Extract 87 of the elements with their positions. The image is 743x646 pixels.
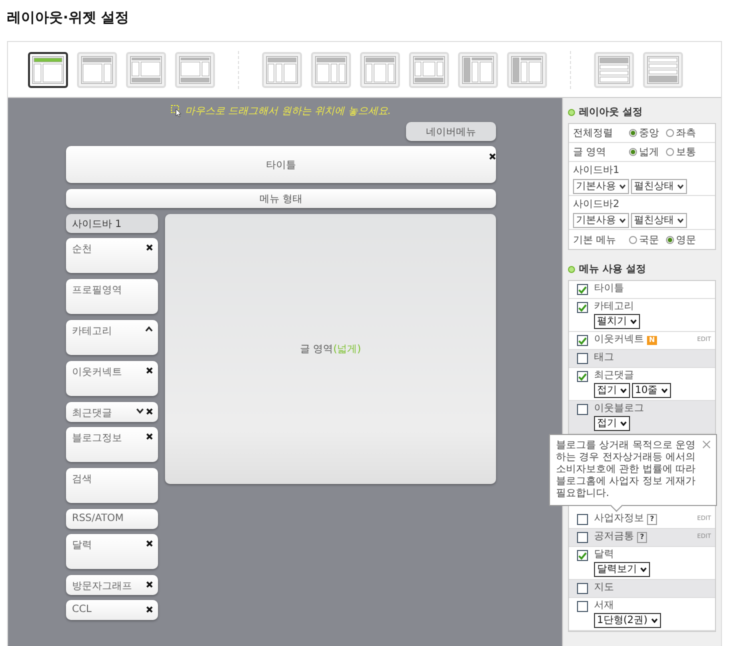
menu-item-label: 태그 [594, 352, 614, 364]
radio-option[interactable]: 국문 [629, 232, 659, 246]
menu-item-label: 지도 [594, 582, 614, 594]
setting-label: 글 영역 [573, 146, 608, 159]
menu-item-label: 타이틀 [594, 283, 624, 295]
dropdown[interactable]: 1단형(2권) [594, 613, 661, 628]
cursor-icon [171, 105, 182, 117]
setting-label: 사이드바1 [573, 164, 620, 177]
content-area[interactable]: 글 영역(넓게) [165, 214, 496, 484]
nav-menu-block[interactable]: 네이버메뉴 [406, 122, 496, 141]
close-icon[interactable] [146, 606, 153, 613]
chevron-down-icon [660, 388, 668, 393]
chevron-down-icon [640, 567, 647, 572]
chevron-down-icon [677, 184, 684, 189]
chevron-down-icon [620, 421, 627, 426]
menu-item-label: 카테고리 [594, 301, 634, 313]
close-icon[interactable] [146, 367, 153, 374]
widget-block[interactable]: 블로그정보 [66, 427, 158, 462]
menu-item-label: 이웃블로그 [594, 403, 644, 415]
widget-block[interactable]: RSS/ATOM [66, 509, 158, 529]
radio-option[interactable]: 좌측 [666, 126, 696, 140]
dropdown[interactable]: 달력보기 [594, 562, 650, 577]
dropdown[interactable]: 기본사용 [573, 179, 629, 194]
tooltip-text: 블로그를 상거래 목적으로 운영하는 경우 전자상거래등 에서의 소비자보호에 관한 법률에 따라 블로그홈에 사업자 정보 게재가 필요합니다. [556, 440, 697, 500]
radio-option[interactable]: 중앙 [629, 126, 659, 140]
widget-block[interactable]: CCL [66, 600, 158, 620]
menu-block[interactable]: 메뉴 형태 [66, 189, 496, 208]
caret-up-icon[interactable] [145, 326, 153, 332]
checkbox[interactable] [577, 302, 588, 313]
dropdown[interactable]: 펼친상태 [631, 213, 687, 228]
close-icon[interactable] [146, 581, 153, 588]
chevron-down-icon [620, 388, 627, 393]
chevron-down-icon [619, 218, 626, 223]
section-title: 메뉴 사용 설정 [579, 263, 646, 276]
content-label: 글 영역(넓게) [300, 343, 361, 356]
page-title: 레이아웃·위젯 설정 [6, 9, 130, 28]
close-icon[interactable] [146, 244, 153, 251]
menu-item-label: 공저금통 [594, 531, 634, 543]
widget-block[interactable]: 이웃커넥트 [66, 361, 158, 396]
menu-item-label: 최근댓글 [594, 370, 634, 382]
section-title: 레이아웃 설정 [579, 106, 642, 119]
setting-label: 전체정렬 [573, 127, 614, 140]
close-icon[interactable] [146, 433, 153, 440]
checkbox[interactable] [577, 532, 588, 543]
widget-block[interactable]: 카테고리 [66, 320, 158, 355]
menu-item-label: 달력 [594, 549, 614, 561]
chevron-down-icon [630, 319, 637, 324]
checkbox[interactable] [577, 335, 588, 346]
checkbox[interactable] [577, 353, 588, 364]
title-block[interactable]: 타이틀 [66, 146, 496, 183]
caret-down-icon[interactable] [136, 408, 144, 414]
setting-label: 사이드바2 [573, 198, 620, 211]
widget-block[interactable]: 프로필영역 [66, 279, 158, 314]
close-icon[interactable] [489, 153, 496, 160]
menu-item-label: 사업자정보 [594, 513, 644, 525]
dropdown[interactable]: 10줄 [632, 383, 671, 398]
widget-block[interactable]: 검색 [66, 468, 158, 503]
radio-option[interactable]: 영문 [666, 232, 696, 246]
menu-item-label: 이웃커넥트 [594, 334, 644, 346]
widget-block[interactable]: 최근댓글 [66, 402, 158, 422]
radio-option[interactable]: 넓게 [629, 145, 659, 159]
widget-block[interactable]: 달력 [66, 534, 158, 569]
layout-option[interactable] [28, 52, 68, 88]
chevron-down-icon [650, 618, 658, 623]
radio-option[interactable]: 보통 [666, 145, 696, 159]
checkbox[interactable] [577, 404, 588, 415]
widget-block[interactable]: 방문자그래프 [66, 575, 158, 595]
dropdown[interactable]: 펼치기 [594, 314, 640, 329]
widget-block[interactable]: 순천 [66, 238, 158, 273]
checkbox[interactable] [577, 601, 588, 612]
checkbox[interactable] [577, 550, 588, 561]
menu-item-label: 서재 [594, 600, 614, 612]
checkbox[interactable] [577, 514, 588, 525]
checkbox[interactable] [577, 583, 588, 594]
sidebar-header: 사이드바 1 [66, 214, 158, 233]
close-icon[interactable] [146, 540, 153, 547]
dropdown[interactable]: 펼친상태 [631, 179, 687, 194]
checkbox[interactable] [577, 284, 588, 295]
dropdown[interactable]: 기본사용 [573, 213, 629, 228]
dropdown[interactable]: 접기 [594, 383, 630, 398]
checkbox[interactable] [577, 371, 588, 382]
close-icon[interactable] [146, 408, 153, 415]
chevron-down-icon [619, 184, 626, 189]
chevron-down-icon [677, 218, 684, 223]
setting-label: 기본 메뉴 [573, 234, 618, 246]
dropdown[interactable]: 접기 [594, 416, 630, 431]
drag-hint: 마우스로 드래그해서 원하는 위치에 놓으세요. [185, 105, 391, 118]
